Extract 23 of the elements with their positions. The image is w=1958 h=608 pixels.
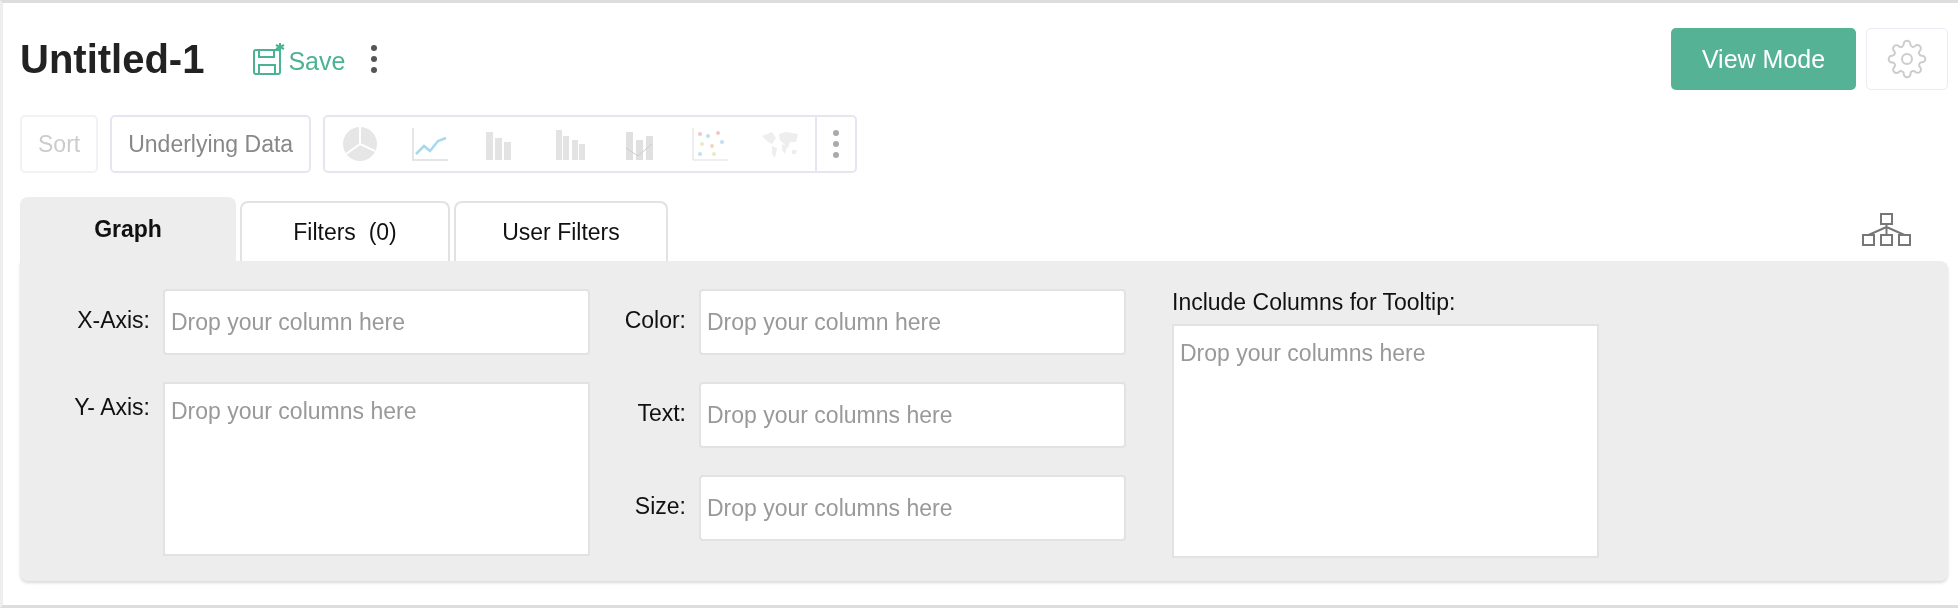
settings-button[interactable] [1866, 28, 1948, 90]
field-label: Text: [636, 399, 686, 428]
drop-area[interactable]: Drop your columns here [163, 382, 590, 556]
tooltip-label: Include Columns for Tooltip: [1172, 289, 1457, 316]
save-button[interactable]: Save [252, 42, 346, 76]
drop-field[interactable]: Drop your column here [163, 289, 590, 355]
field-label: Color: [623, 306, 686, 335]
tooltip-drop-area[interactable]: Drop your columns here [1172, 324, 1599, 558]
settings-icon [1887, 39, 1927, 79]
underlying-data-button[interactable]: Underlying Data [110, 115, 312, 173]
view-mode-button[interactable]: View Mode [1671, 28, 1856, 90]
field-label: Y- Axis: [73, 393, 150, 422]
drop-field[interactable]: Drop your columns here [699, 475, 1126, 541]
hierarchy-icon[interactable] [1862, 213, 1912, 247]
field-label: X-Axis: [76, 306, 150, 335]
tab[interactable]: User Filters [454, 201, 668, 261]
drop-field[interactable]: Drop your column here [699, 289, 1126, 355]
tab[interactable]: Graph [20, 197, 236, 261]
tab[interactable]: Filters (0) [240, 201, 450, 261]
drop-field[interactable]: Drop your columns here [699, 382, 1126, 448]
floppy-disk-icon [252, 42, 287, 76]
field-label: Size: [633, 492, 686, 521]
report-title: Untitled-1 [20, 36, 205, 82]
